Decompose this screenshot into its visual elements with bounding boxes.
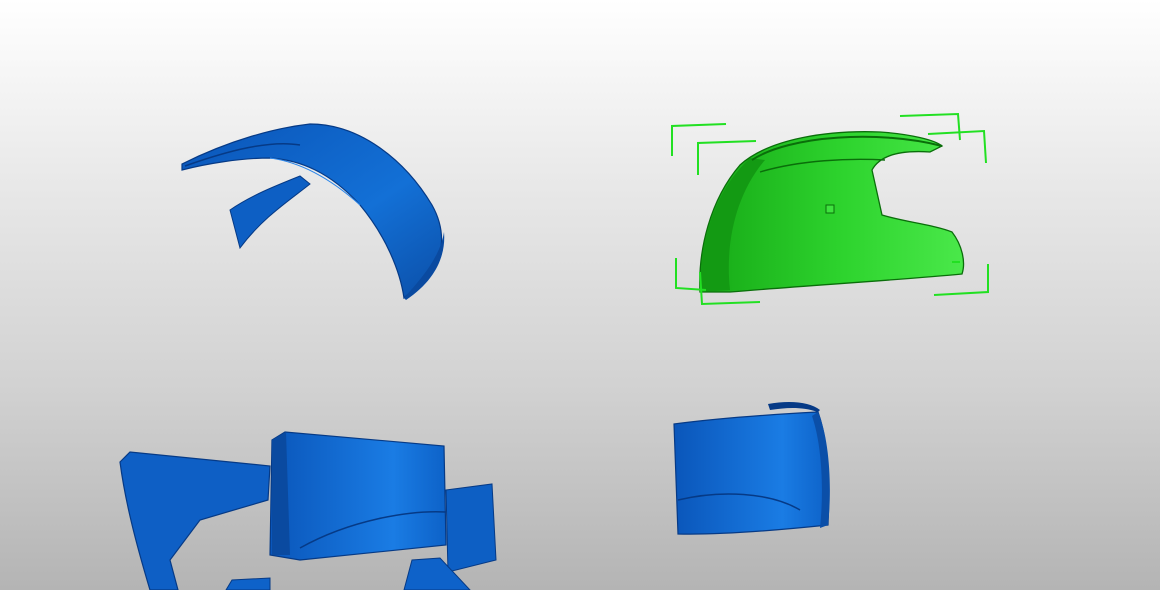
3d-viewport[interactable]	[0, 0, 1160, 590]
helmet-cheek-part[interactable]	[699, 131, 965, 293]
visor-shell-part[interactable]	[181, 123, 445, 300]
pivot-handle[interactable]	[825, 204, 835, 214]
scene-canvas[interactable]	[0, 0, 1160, 590]
lower-armor-assembly[interactable]	[119, 431, 497, 590]
curved-panel-part[interactable]	[673, 402, 830, 535]
